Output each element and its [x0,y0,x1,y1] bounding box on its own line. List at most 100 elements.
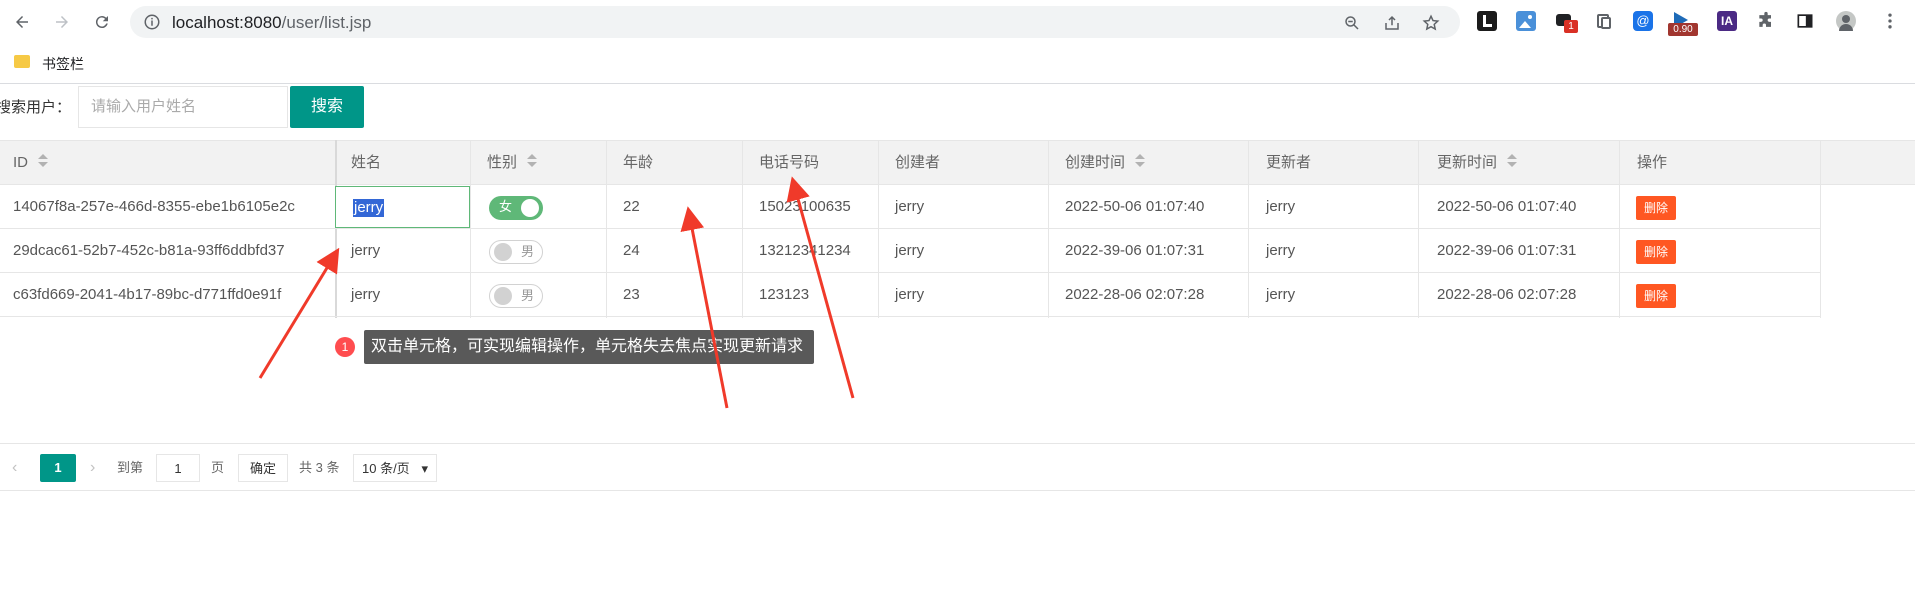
sort-icon[interactable] [1507,154,1518,168]
side-panel-icon[interactable] [1795,11,1815,31]
gender-switch[interactable]: 男 [489,284,543,308]
gender-switch-label: 男 [520,288,534,303]
column-header-updater: 更新者 [1266,154,1312,171]
url-host: localhost:8080 [172,13,282,32]
total-count: 共 3 条 [299,460,340,475]
cell-name[interactable]: jerry [338,273,473,317]
cell-name-editing[interactable]: jerry [335,186,470,228]
cell-id[interactable]: 29dcac61-52b7-452c-b81a-93ff6ddbfd37 [0,229,335,273]
cell-age[interactable]: 24 [610,229,745,273]
cell-updater[interactable]: jerry [1253,185,1423,229]
cell-creator[interactable]: jerry [882,229,1052,273]
reload-icon [95,16,108,29]
column-header-id[interactable]: ID [0,141,335,185]
info-icon[interactable] [143,13,161,31]
cell-updater[interactable]: jerry [1253,229,1423,273]
tab-manager-extension-icon[interactable] [1594,11,1614,31]
column-label: 性别 [487,154,518,171]
page-size-select[interactable]: 10 条/页 ▾ [353,454,437,482]
pagination: ‹ 1 › 到第 1 页 确定 共 3 条 10 条/页 ▾ [0,443,1915,491]
url-text[interactable]: localhost:8080/user/list.jsp [172,13,371,33]
sort-icon[interactable] [38,154,48,168]
step-badge: 1 [335,337,355,357]
search-button[interactable]: 搜索 [290,86,364,128]
delete-button[interactable]: 删除 [1636,240,1676,264]
column-header-age: 年龄 [623,154,654,171]
cell-phone[interactable]: 123123 [746,273,881,317]
cell-updater[interactable]: jerry [1253,273,1423,317]
hint-tooltip: 双击单元格，可实现编辑操作，单元格失去焦点实现更新请求 [364,330,814,364]
column-divider [1820,140,1821,318]
goto-page-input[interactable]: 1 [156,454,200,482]
reload-button[interactable] [90,10,114,34]
prev-page-icon[interactable]: ‹ [12,454,17,482]
column-header-name: 姓名 [351,154,382,171]
search-input[interactable]: 请输入用户姓名 [78,86,288,128]
table-row[interactable]: 14067f8a-257e-466d-8355-ebe1b6105e2c jer… [0,185,1820,229]
image-extension-icon[interactable] [1516,11,1536,31]
email-extension-icon[interactable]: @ [1633,11,1653,31]
menu-kebab-icon[interactable] [1880,11,1900,31]
forward-button[interactable] [50,10,74,34]
sort-icon[interactable] [1135,154,1146,168]
search-label: 搜索用户： [0,99,72,116]
sort-icon[interactable] [527,154,538,168]
delete-button[interactable]: 删除 [1636,284,1676,308]
cell-name[interactable]: jerry [338,229,473,273]
forward-arrow-icon [56,16,68,28]
table-header: ID 姓名 性别 年龄 电话号码 创建者 创建时间 更新者 更新时间 操作 [0,140,1915,185]
page-size-value: 10 条/页 [362,461,410,476]
column-label: 更新时间 [1437,154,1498,171]
version-extension-icon[interactable]: 0.90 [1668,11,1698,36]
goto-label: 到第 [117,460,144,475]
gender-switch-label: 男 [520,244,534,259]
switch-knob [521,199,539,217]
cell-age[interactable]: 22 [610,185,745,229]
cell-id[interactable]: 14067f8a-257e-466d-8355-ebe1b6105e2c [0,185,335,229]
cell-phone[interactable]: 13212341234 [746,229,881,273]
column-header-creator: 创建者 [895,154,941,171]
cell-updated[interactable]: 2022-50-06 01:07:40 [1424,185,1624,229]
bookmark-star-icon[interactable] [1422,14,1440,32]
bookmarks-folder-label[interactable]: 书签栏 [42,54,84,74]
gender-switch-label: 女 [499,199,513,214]
address-bar[interactable]: localhost:8080/user/list.jsp [130,6,1460,38]
version-badge: 0.90 [1668,23,1698,36]
back-button[interactable] [10,10,34,34]
column-header-updated[interactable]: 更新时间 [1424,141,1624,185]
leetcode-extension-icon[interactable] [1477,11,1497,31]
table-row[interactable]: 29dcac61-52b7-452c-b81a-93ff6ddbfd37 jer… [0,229,1820,273]
cell-creator[interactable]: jerry [882,273,1052,317]
cell-updated[interactable]: 2022-28-06 02:07:28 [1424,273,1624,317]
share-icon[interactable] [1383,14,1401,32]
selected-name-text[interactable]: jerry [353,199,385,217]
goto-confirm-button[interactable]: 确定 [238,454,288,482]
ia-extension-icon[interactable]: IA [1717,11,1737,31]
table-row[interactable]: c63fd669-2041-4b17-89bc-d771ffd0e91f jer… [0,273,1820,317]
cell-created[interactable]: 2022-28-06 02:07:28 [1052,273,1252,317]
page-unit-label: 页 [211,460,225,475]
gender-switch[interactable]: 女 [489,196,543,220]
bookmarks-bar: 书签栏 [0,44,1915,84]
extensions-puzzle-icon[interactable] [1756,11,1776,31]
cell-creator[interactable]: jerry [882,185,1052,229]
column-header-gender[interactable]: 性别 [474,141,609,185]
next-page-icon[interactable]: › [90,454,95,482]
cell-created[interactable]: 2022-50-06 01:07:40 [1052,185,1252,229]
cell-age[interactable]: 23 [610,273,745,317]
switch-knob [494,287,512,305]
notification-extension-icon[interactable]: 1 [1555,11,1578,33]
cell-updated[interactable]: 2022-39-06 01:07:31 [1424,229,1624,273]
column-header-created[interactable]: 创建时间 [1052,141,1252,185]
column-label: ID [13,154,28,171]
current-page[interactable]: 1 [40,454,76,482]
cell-phone[interactable]: 15023100635 [746,185,881,229]
zoom-icon[interactable] [1343,14,1361,32]
delete-button[interactable]: 删除 [1636,196,1676,220]
gender-switch[interactable]: 男 [489,240,543,264]
cell-created[interactable]: 2022-39-06 01:07:31 [1052,229,1252,273]
back-arrow-icon [16,16,28,28]
column-header-action: 操作 [1637,154,1668,171]
profile-avatar-icon[interactable] [1836,11,1856,31]
cell-id[interactable]: c63fd669-2041-4b17-89bc-d771ffd0e91f [0,273,335,317]
